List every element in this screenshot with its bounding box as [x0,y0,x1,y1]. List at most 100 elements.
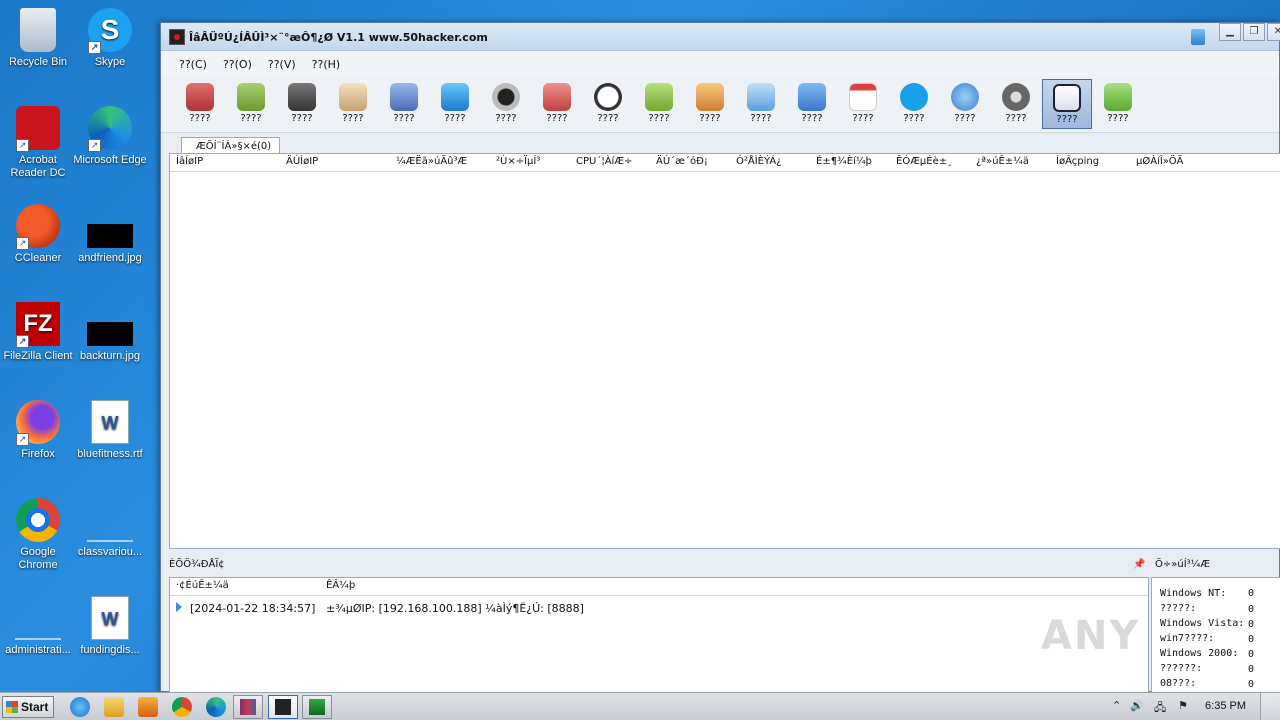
column-header[interactable]: ÄÚÍøIP [286,156,318,167]
screen-icon [237,83,265,111]
tool-screen[interactable]: ???? [226,79,276,129]
recycle-bin-icon [20,8,56,52]
tool-cloud[interactable]: ???? [736,79,786,129]
network-icon[interactable]: 🖧 [1154,699,1166,718]
favorites-icon [696,83,724,111]
desktop-icon-label: Firefox [21,448,55,460]
pin-icon[interactable]: 📌 [1133,559,1145,570]
desktop-icon-recycle-bin[interactable]: Recycle Bin [0,8,76,69]
stat-label: ?????: [1160,603,1197,614]
column-header[interactable]: Ó²ÅÌÈÝÁ¿ [736,156,781,167]
desktop-icon-classvariou[interactable]: classvariou... [72,498,148,559]
tool-calendar[interactable]: ???? [838,79,888,129]
tool-network[interactable]: ???? [940,79,990,129]
minimize-button[interactable]: ▁ [1219,23,1241,41]
menu-control[interactable]: ??(C) [179,58,207,71]
desktop-icon-label: FileZilla Client [3,350,73,362]
calendar-icon [849,83,877,111]
column-header[interactable]: ÊÓÆµÉè±¸ [896,156,952,167]
tool-microphone[interactable]: ???? [532,79,582,129]
menu-view[interactable]: ??(V) [268,58,296,71]
tool-settings[interactable]: ???? [991,79,1041,129]
tool-phone[interactable]: ???? [1093,79,1143,129]
desktop-icon-backturn[interactable]: backturn.jpg [72,302,148,363]
toolbar: ???? ???? ???? ???? ???? ???? ???? ???? … [161,77,1279,133]
column-header[interactable]: ÍâÍøIP [176,156,203,167]
desktop-icon-filezilla[interactable]: FZ ↗ FileZilla Client [0,302,76,363]
host-list-table[interactable]: ÍâÍøIP ÄÚÍøIP ¼ÆËã»úÃû³Æ ²Ù×÷ÏµÍ³ CPU´¦À… [169,153,1280,549]
desktop-icon-bluefitness[interactable]: W bluefitness.rtf [72,400,148,461]
column-header[interactable]: É±¶¾Èí¼þ [816,156,872,167]
log-row[interactable]: [2024-01-22 18:34:57] ±¾µØIP: [192.168.1… [170,600,1148,618]
start-label: Start [21,700,49,714]
firefox-icon: ↗ [16,400,60,446]
tool-star[interactable]: ???? [430,79,480,129]
log-column-time[interactable]: ·¢ÉúÊ±¼ä [176,580,229,591]
show-desktop-button[interactable] [1260,693,1280,720]
taskbar-winrar[interactable] [233,695,263,719]
column-header[interactable]: ÍøÂçping [1056,156,1099,167]
menu-options[interactable]: ??(O) [223,58,252,71]
menu-help[interactable]: ??(H) [312,58,341,71]
desktop-icon-administrati[interactable]: administrati... [0,596,76,657]
desktop-icon-label: Recycle Bin [8,56,68,68]
menu-bar: ??(C) ??(O) ??(V) ??(H) [161,51,1279,77]
tool-terminal[interactable]: ???? [277,79,327,129]
tool-clock[interactable]: ???? [583,79,633,129]
tool-check[interactable]: ???? [1042,79,1092,129]
taskbar-remote-control[interactable] [268,695,298,719]
desktop-icon-label: Microsoft Edge [73,154,147,166]
tool-chat[interactable]: ???? [787,79,837,129]
desktop-icon-firefox[interactable]: ↗ Firefox [0,400,76,461]
blank-file-icon [87,540,133,542]
tool-file-manager[interactable]: ???? [175,79,225,129]
tool-download[interactable]: ???? [634,79,684,129]
media-player-icon[interactable] [138,697,158,717]
taskbar-console[interactable] [302,695,332,719]
close-button[interactable]: ✕ [1267,23,1280,41]
tool-monitor[interactable]: ???? [379,79,429,129]
desktop-icon-chrome[interactable]: Google Chrome [0,498,76,572]
edge-icon[interactable] [206,697,226,717]
acrobat-icon: ↗ [16,106,60,152]
chrome-icon[interactable] [172,697,192,717]
restore-button[interactable]: ❐ [1243,23,1265,41]
column-header[interactable]: ÄÚ´æ´óÐ¡ [656,156,708,167]
tool-camera[interactable]: ???? [481,79,531,129]
action-center-flag-icon[interactable]: ⚑ [1178,699,1188,712]
log-panel-title: ÈÕÖ¾ÐÅÏ¢ [169,559,225,570]
tool-tasks[interactable]: ???? [328,79,378,129]
desktop-icon-skype[interactable]: S ↗ Skype [72,8,148,69]
column-header[interactable]: ¼ÆËã»úÃû³Æ [396,156,467,167]
window-title: ÎâÂÜºÚ¿ÍÂÛÌ³×¨°æÔ¶¿Ø V1.1 www.50hacker.c… [189,31,488,44]
monitor-icon [390,83,418,111]
volume-icon[interactable]: 🔊 [1130,699,1144,712]
log-panel[interactable]: ·¢ÉúÊ±¼ä ÊÂ¼þ [2024-01-22 18:34:57] ±¾µØ… [169,577,1149,693]
start-button[interactable]: Start [2,696,54,718]
desktop-icon-andfriend[interactable]: andfriend.jpg [72,204,148,265]
title-bar[interactable]: ÎâÂÜºÚ¿ÍÂÛÌ³×¨°æÔ¶¿Ø V1.1 www.50hacker.c… [161,23,1280,51]
desktop-icon-acrobat[interactable]: ↗ Acrobat Reader DC [0,106,76,180]
app-icon [169,29,185,45]
desktop-icon-fundingdis[interactable]: W fundingdis... [72,596,148,657]
table-header: ÍâÍøIP ÄÚÍøIP ¼ÆËã»úÃû³Æ ²Ù×÷ÏµÍ³ CPU´¦À… [170,154,1280,172]
clock-icon [594,83,622,111]
column-header[interactable]: CPU´¦ÀíÆ÷ [576,156,632,167]
column-header[interactable]: ²Ù×÷ÏµÍ³ [496,156,540,167]
show-hidden-icons-icon[interactable]: ⌃ [1112,699,1121,712]
download-icon [645,83,673,111]
folder-icon[interactable] [104,697,124,717]
desktop-icon-ccleaner[interactable]: ↗ CCleaner [0,204,76,265]
stats-panel: Windows NT: 0 ?????: 0 Windows Vista: 0 win… [1151,577,1280,693]
clock[interactable]: 6:35 PM [1205,700,1246,712]
column-header[interactable]: µØÀíÎ»ÖÃ [1136,156,1183,167]
tool-skype[interactable]: ???? [889,79,939,129]
tool-favorites[interactable]: ???? [685,79,735,129]
desktop-icon-label: CCleaner [14,252,62,264]
ie-icon[interactable] [70,697,90,717]
log-column-event[interactable]: ÊÂ¼þ [326,580,355,591]
desktop-icon-edge[interactable]: ↗ Microsoft Edge [72,106,148,167]
skin-icon[interactable] [1191,29,1205,45]
stat-label: Windows NT: [1160,588,1227,599]
column-header[interactable]: ¿ª»úÊ±¼ä [976,156,1029,167]
